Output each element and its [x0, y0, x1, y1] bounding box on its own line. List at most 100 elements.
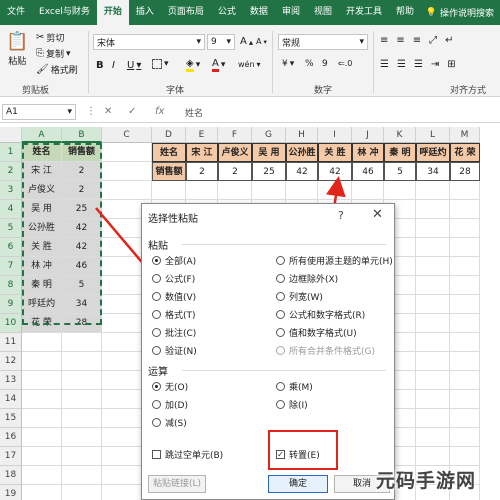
- row-header[interactable]: 8: [0, 276, 22, 295]
- transposed-header-cell[interactable]: 公孙胜: [286, 143, 318, 162]
- column-header[interactable]: A: [22, 127, 62, 143]
- source-data-cell[interactable]: 公孙胜: [22, 219, 62, 238]
- cancel-formula-button[interactable]: ✕: [104, 106, 112, 117]
- comma-button[interactable]: 9: [322, 59, 328, 69]
- cell[interactable]: [22, 447, 62, 466]
- transposed-value-cell[interactable]: 42: [318, 162, 352, 181]
- cut-button[interactable]: ✂ 剪切: [36, 31, 64, 44]
- paste-button[interactable]: 📋 粘贴: [6, 31, 28, 67]
- source-header-cell[interactable]: 姓名: [22, 143, 62, 162]
- shrink-font-button[interactable]: A ▾: [256, 37, 267, 46]
- cell[interactable]: [450, 238, 480, 257]
- cell[interactable]: [416, 371, 450, 390]
- operation-option-radio[interactable]: 乘(M): [276, 380, 313, 393]
- paste-option-radio[interactable]: 所有合并条件格式(G): [276, 344, 375, 357]
- source-header-cell[interactable]: 销售额: [62, 143, 102, 162]
- ribbon-tab[interactable]: 插入: [129, 0, 161, 25]
- align-center-icon[interactable]: ☰: [397, 59, 406, 70]
- cell[interactable]: [416, 352, 450, 371]
- grow-font-button[interactable]: A ▴: [240, 36, 253, 47]
- align-bottom-icon[interactable]: ≡: [413, 35, 421, 46]
- name-box[interactable]: A1 ▾: [2, 104, 76, 120]
- fill-color-button[interactable]: ◈ ▾: [186, 58, 200, 72]
- column-header[interactable]: G: [252, 127, 286, 143]
- row-header[interactable]: 2: [0, 162, 22, 181]
- source-data-cell[interactable]: 25: [62, 200, 102, 219]
- column-header[interactable]: F: [218, 127, 252, 143]
- paste-option-radio[interactable]: 全部(A): [152, 254, 196, 267]
- cell[interactable]: [416, 428, 450, 447]
- ribbon-tab[interactable]: 数据: [243, 0, 275, 25]
- cell[interactable]: [416, 181, 450, 200]
- font-color-button[interactable]: A ▾: [212, 58, 225, 72]
- row-header[interactable]: 10: [0, 314, 22, 333]
- cell[interactable]: [62, 485, 102, 500]
- source-data-cell[interactable]: 秦 明: [22, 276, 62, 295]
- transposed-header-cell[interactable]: 呼廷灼: [416, 143, 450, 162]
- column-header[interactable]: M: [450, 127, 480, 143]
- font-name-select[interactable]: 宋体 ▾: [93, 34, 205, 50]
- cell[interactable]: [22, 409, 62, 428]
- ribbon-tab[interactable]: 帮助: [389, 0, 421, 25]
- cell[interactable]: [450, 333, 480, 352]
- cell[interactable]: [450, 390, 480, 409]
- select-all-corner[interactable]: [0, 127, 22, 143]
- source-data-cell[interactable]: 吴 用: [22, 200, 62, 219]
- cell[interactable]: [286, 181, 318, 200]
- font-size-select[interactable]: 9 ▾: [207, 34, 235, 50]
- cell[interactable]: [450, 371, 480, 390]
- cell[interactable]: [416, 276, 450, 295]
- column-header[interactable]: J: [352, 127, 384, 143]
- cell[interactable]: [62, 428, 102, 447]
- paste-option-radio[interactable]: 所有使用源主题的单元(H): [276, 254, 393, 267]
- row-header[interactable]: 14: [0, 390, 22, 409]
- align-left-icon[interactable]: ☰: [380, 59, 389, 70]
- cell[interactable]: [352, 181, 384, 200]
- transposed-header-cell[interactable]: 秦 明: [384, 143, 416, 162]
- cell[interactable]: [450, 428, 480, 447]
- cell[interactable]: [416, 238, 450, 257]
- insert-function-button[interactable]: fx: [155, 106, 164, 117]
- cell[interactable]: [450, 219, 480, 238]
- paste-option-radio[interactable]: 公式(F): [152, 272, 195, 285]
- cell[interactable]: [62, 409, 102, 428]
- paste-option-radio[interactable]: 列宽(W): [276, 290, 323, 303]
- operation-option-radio[interactable]: 无(O): [152, 380, 188, 393]
- transposed-header-cell[interactable]: 卢俊义: [218, 143, 252, 162]
- transposed-value-cell[interactable]: 25: [252, 162, 286, 181]
- format-painter-button[interactable]: 🖌 格式刷: [36, 63, 78, 76]
- transposed-value-cell[interactable]: 34: [416, 162, 450, 181]
- ok-button[interactable]: 确定: [268, 475, 328, 493]
- transposed-value-cell[interactable]: 5: [384, 162, 416, 181]
- cell[interactable]: [416, 219, 450, 238]
- ribbon-tab[interactable]: 开发工具: [339, 0, 389, 25]
- align-middle-icon[interactable]: ≡: [396, 35, 404, 46]
- column-header[interactable]: H: [286, 127, 318, 143]
- transposed-header-cell[interactable]: 关 胜: [318, 143, 352, 162]
- help-button[interactable]: ?: [338, 209, 344, 222]
- cell[interactable]: [152, 181, 186, 200]
- source-data-cell[interactable]: 2: [62, 181, 102, 200]
- source-data-cell[interactable]: 34: [62, 295, 102, 314]
- ribbon-tab[interactable]: Excel与财务: [32, 0, 97, 25]
- column-header[interactable]: L: [416, 127, 450, 143]
- cell[interactable]: [102, 181, 152, 200]
- cell[interactable]: [102, 162, 152, 181]
- cell[interactable]: [416, 295, 450, 314]
- cell[interactable]: [450, 276, 480, 295]
- cell[interactable]: [450, 200, 480, 219]
- source-data-cell[interactable]: 42: [62, 219, 102, 238]
- cell[interactable]: [62, 466, 102, 485]
- ribbon-tab[interactable]: 公式: [211, 0, 243, 25]
- row-header[interactable]: 4: [0, 200, 22, 219]
- column-header[interactable]: K: [384, 127, 416, 143]
- row-header[interactable]: 6: [0, 238, 22, 257]
- ribbon-tab[interactable]: 视图: [307, 0, 339, 25]
- source-data-cell[interactable]: 关 胜: [22, 238, 62, 257]
- cell[interactable]: [450, 257, 480, 276]
- cell[interactable]: [62, 447, 102, 466]
- orientation-icon[interactable]: ⤢: [429, 35, 437, 46]
- transposed-header-cell[interactable]: 宋 江: [186, 143, 218, 162]
- cell[interactable]: [416, 257, 450, 276]
- source-data-cell[interactable]: 花 荣: [22, 314, 62, 333]
